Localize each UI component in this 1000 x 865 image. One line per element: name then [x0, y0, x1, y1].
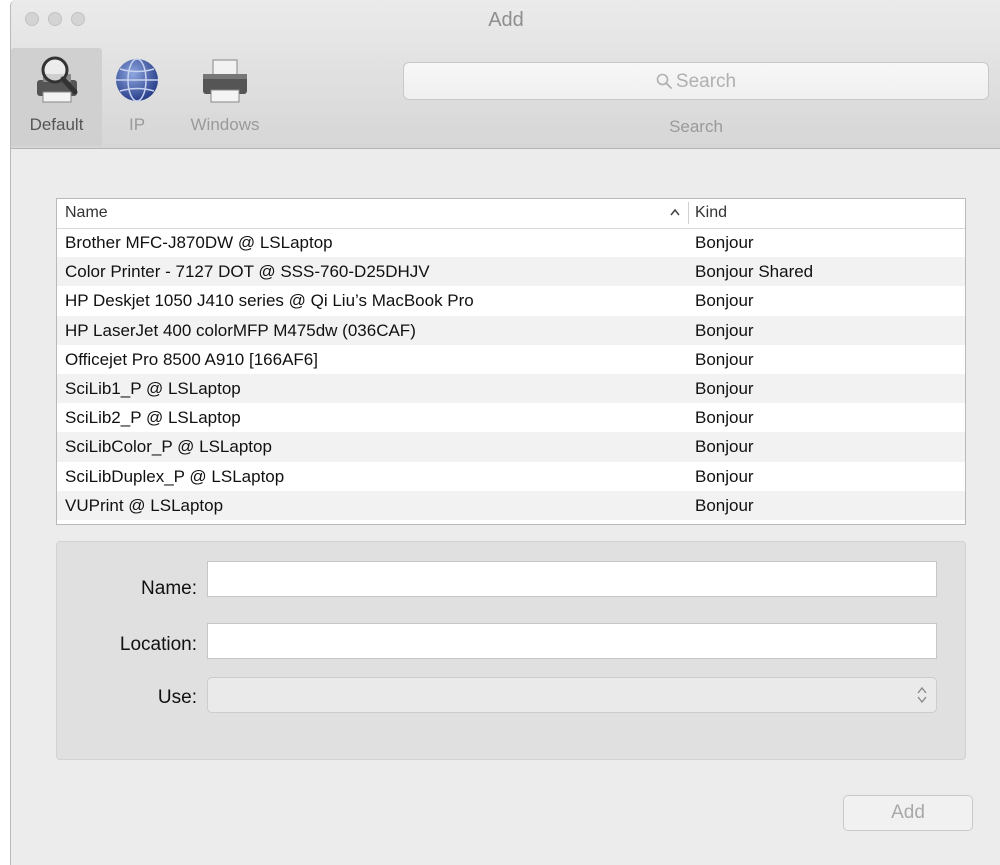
location-field[interactable]: [207, 623, 937, 659]
printer-details-panel: Name: Location: Use:: [56, 541, 966, 760]
row-kind: Bonjour: [695, 495, 754, 515]
column-divider: [688, 202, 689, 224]
row-name: VUPrint @ LSLaptop: [65, 495, 224, 515]
location-label: Location:: [119, 634, 197, 655]
toolbar: Add Default IP Windows Search Search: [11, 0, 1000, 149]
window-title: Add: [488, 9, 524, 31]
row-kind: Bonjour: [695, 233, 754, 252]
printer-icon: [203, 59, 247, 103]
table-row[interactable]: HP Deskjet 1050 J410 series @ Qi Liu’s M…: [57, 286, 965, 315]
table-row[interactable]: SciLib1_P @ LSLaptop Bonjour: [57, 373, 965, 404]
row-kind: Bonjour: [695, 291, 754, 311]
row-name: HP LaserJet 400 colorMFP M475dw (036CAF): [65, 320, 416, 340]
toolbar-item-windows[interactable]: Windows: [177, 48, 273, 146]
row-name: Brother MFC-J870DW @ LSLaptop: [65, 233, 333, 252]
row-name: HP Deskjet 1050 J410 series @ Qi Liu’s M…: [65, 291, 474, 311]
use-label: Use:: [157, 687, 197, 708]
table-row[interactable]: Officejet Pro 8500 A910 [166AF6] Bonjour: [57, 345, 965, 374]
search-field[interactable]: Search: [403, 62, 989, 100]
globe-network-icon: [116, 58, 158, 102]
row-name: SciLib1_P @ LSLaptop: [65, 378, 241, 398]
row-kind: Bonjour: [695, 408, 754, 428]
name-label: Name:: [141, 578, 197, 599]
search-placeholder-wrap: Search: [404, 71, 988, 93]
default-printer-magnifier-icon: [36, 56, 77, 103]
toolbar-item-default[interactable]: Default: [11, 48, 102, 146]
search-label: Search: [669, 117, 723, 136]
column-header-name[interactable]: Name: [65, 204, 108, 222]
row-kind: Bonjour: [695, 378, 754, 398]
row-kind: Bonjour: [695, 466, 754, 486]
row-kind: Bonjour Shared: [695, 262, 814, 282]
table-rows: Brother MFC-J870DW @ LSLaptop Bonjour Col…: [57, 228, 965, 520]
table-row[interactable]: SciLibDuplex_P @ LSLaptop Bonjour: [57, 462, 965, 491]
add-printer-window: Add Default IP Windows Search Search Nam…: [10, 0, 1000, 865]
table-row[interactable]: SciLibColor_P @ LSLaptop Bonjour: [57, 432, 965, 462]
table-row[interactable]: Brother MFC-J870DW @ LSLaptop Bonjour: [57, 228, 965, 257]
toolbar-item-ip[interactable]: IP: [107, 48, 167, 146]
toolbar-item-label: Default: [29, 115, 84, 134]
search-placeholder: Search: [675, 71, 737, 92]
search-icon: [656, 73, 672, 89]
add-button[interactable]: Add: [843, 795, 973, 831]
printer-table[interactable]: Name Kind Brother MFC-J870DW @ LSLaptop B…: [56, 198, 966, 525]
toolbar-item-label: IP: [128, 115, 146, 134]
name-field[interactable]: [207, 561, 937, 597]
toolbar-item-label: Windows: [190, 115, 260, 134]
use-select[interactable]: [207, 677, 937, 713]
row-name: Officejet Pro 8500 A910 [166AF6]: [65, 349, 318, 369]
table-header: Name Kind: [57, 199, 965, 229]
table-row[interactable]: HP LaserJet 400 colorMFP M475dw (036CAF)…: [57, 315, 965, 345]
row-name: SciLibDuplex_P @ LSLaptop: [65, 466, 285, 486]
row-name: SciLib2_P @ LSLaptop: [65, 408, 241, 428]
row-name: SciLibColor_P @ LSLaptop: [65, 437, 272, 457]
column-header-kind[interactable]: Kind: [695, 204, 727, 222]
row-kind: Bonjour: [695, 437, 754, 457]
table-row[interactable]: Color Printer - 7127 DOT @ SSS-760-D25DH…: [57, 257, 965, 287]
table-row[interactable]: SciLib2_P @ LSLaptop Bonjour: [57, 403, 965, 432]
select-up-down-arrows-icon: [917, 686, 927, 704]
row-kind: Bonjour: [695, 349, 754, 369]
row-kind: Bonjour: [695, 320, 754, 340]
table-row[interactable]: VUPrint @ LSLaptop Bonjour: [57, 490, 965, 520]
row-name: Color Printer - 7127 DOT @ SSS-760-D25DH…: [65, 262, 430, 282]
sort-ascending-icon: [670, 208, 680, 216]
